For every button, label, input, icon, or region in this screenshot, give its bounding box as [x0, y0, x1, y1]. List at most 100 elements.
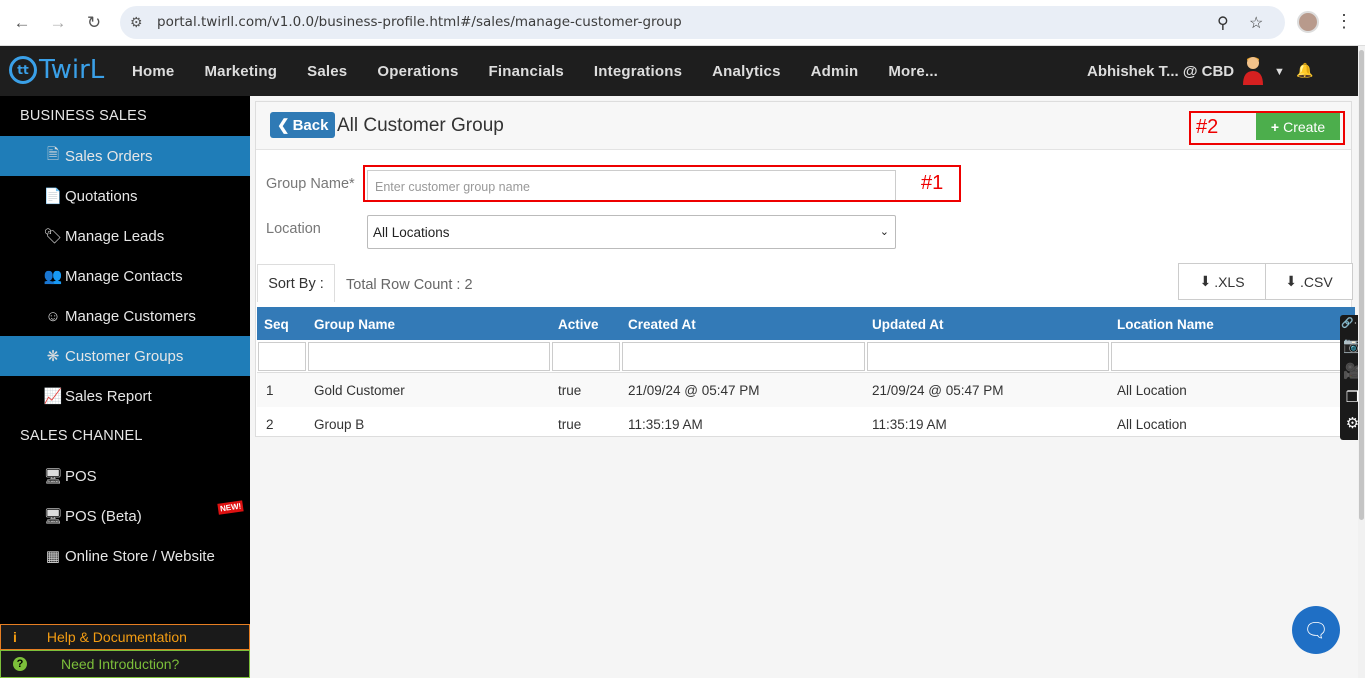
sidebar-item-label: Sales Report [65, 387, 152, 405]
menu-sales[interactable]: Sales [307, 63, 347, 80]
kebab-menu-icon[interactable]: ⋮ [1335, 11, 1353, 32]
url-text[interactable]: portal.twirll.com/v1.0.0/business-profil… [157, 14, 682, 30]
menu-admin[interactable]: Admin [811, 63, 859, 80]
sidebar-item-online-store[interactable]: ▦ Online Store / Website [0, 536, 250, 576]
download-icon: ⬇ [1285, 273, 1298, 289]
sidebar-item-sales-report[interactable]: 📈 Sales Report [0, 376, 250, 416]
create-button[interactable]: + Create [1256, 113, 1340, 140]
sidebar-item-manage-leads[interactable]: 🏷 Manage Leads [0, 216, 250, 256]
scrollbar-thumb[interactable] [1359, 50, 1364, 520]
users-icon: 👥 [43, 268, 63, 285]
export-xls-button[interactable]: ⬇ .XLS [1178, 263, 1266, 300]
filter-updated-at[interactable] [867, 342, 1109, 371]
menu-more[interactable]: More... [888, 63, 938, 80]
back-button[interactable]: ❮ Back [270, 112, 336, 138]
help-label: Help & Documentation [46, 629, 187, 645]
menu-analytics[interactable]: Analytics [712, 63, 781, 80]
annotation-label-2: #2 [1196, 116, 1219, 138]
twirll-logo[interactable]: tt Twir L [9, 55, 104, 85]
col-seq[interactable]: Seq [264, 317, 289, 332]
sidebar-item-manage-customers[interactable]: ☺ Manage Customers [0, 296, 250, 336]
help-documentation-link[interactable]: i Help & Documentation [0, 624, 250, 650]
sidebar-item-label: Manage Contacts [65, 267, 183, 285]
back-label: Back [292, 116, 329, 134]
cell-location-name: All Location [1117, 383, 1187, 398]
menu-marketing[interactable]: Marketing [204, 63, 277, 80]
location-selected-value: All Locations [373, 225, 450, 240]
sidebar-item-manage-contacts[interactable]: 👥 Manage Contacts [0, 256, 250, 296]
cell-created-at: 11:35:19 AM [628, 417, 703, 432]
chat-widget-button[interactable]: 🗨 [1292, 606, 1340, 654]
bell-icon[interactable]: 🔔 [1296, 62, 1313, 79]
sidebar-item-label: Manage Customers [65, 307, 196, 325]
plus-icon: + [1270, 118, 1280, 135]
sidebar-item-label: Quotations [65, 187, 138, 205]
export-csv-button[interactable]: ⬇ .CSV [1265, 263, 1353, 300]
user-avatar-icon[interactable] [1241, 55, 1265, 85]
col-created-at[interactable]: Created At [628, 317, 696, 332]
sidebar-item-label: Manage Leads [65, 227, 165, 245]
col-location-name[interactable]: Location Name [1117, 317, 1214, 332]
total-row-count: Total Row Count : 2 [346, 277, 473, 293]
intro-label: Need Introduction? [61, 656, 180, 672]
sidebar-item-label: Customer Groups [65, 347, 184, 365]
menu-integrations[interactable]: Integrations [594, 63, 682, 80]
forward-arrow-icon[interactable]: → [47, 12, 69, 34]
address-bar[interactable]: ⚙ portal.twirll.com/v1.0.0/business-prof… [120, 6, 1285, 39]
need-introduction-link[interactable]: ? Need Introduction? [0, 650, 250, 678]
col-active[interactable]: Active [558, 317, 599, 332]
xls-label: .XLS [1214, 273, 1245, 290]
reload-icon[interactable]: ↻ [83, 12, 105, 34]
sidebar-item-sales-orders[interactable]: 🗎 Sales Orders [0, 136, 250, 176]
sidebar-item-customer-groups[interactable]: ❋ Customer Groups [0, 336, 250, 376]
filter-active[interactable] [552, 342, 620, 371]
csv-label: .CSV [1300, 273, 1333, 290]
location-select[interactable]: All Locations ⌄ [367, 215, 896, 249]
chart-icon: 📈 [43, 388, 63, 405]
panel-header: ❮ Back All Customer Group #2 + Create [256, 102, 1351, 150]
site-info-icon[interactable]: ⚙ [130, 14, 143, 31]
cell-active: true [558, 383, 582, 398]
logo-text-suffix: L [89, 55, 105, 85]
location-label: Location [266, 221, 321, 237]
browser-profile-avatar[interactable] [1297, 11, 1319, 33]
logo-mark-icon: tt [9, 56, 37, 84]
menu-home[interactable]: Home [132, 63, 174, 80]
filter-location-name[interactable] [1111, 342, 1355, 371]
annotation-label-1: #1 [921, 172, 944, 194]
table-row[interactable]: 1 Gold Customer true 21/09/24 @ 05:47 PM… [257, 373, 1355, 407]
filter-group-name[interactable] [308, 342, 550, 371]
col-group-name[interactable]: Group Name [314, 317, 395, 332]
chevron-down-icon: ⌄ [879, 226, 889, 238]
sidebar-item-label: POS (Beta) [65, 507, 142, 525]
sidebar-item-pos-beta[interactable]: 🖥 POS (Beta) NEW! [0, 496, 250, 536]
chevron-down-icon[interactable]: ▼ [1274, 66, 1285, 78]
download-icon: ⬇ [1199, 273, 1212, 289]
group-icon: ❋ [46, 348, 60, 365]
cell-seq: 1 [266, 383, 274, 398]
sidebar: BUSINESS SALES 🗎 Sales Orders 📄 Quotatio… [0, 96, 250, 678]
location-pin-icon[interactable]: ⚲ [1217, 13, 1229, 33]
back-arrow-icon[interactable]: ← [11, 12, 33, 34]
menu-operations[interactable]: Operations [377, 63, 458, 80]
cell-group-name: Group B [314, 417, 365, 432]
sidebar-item-quotations[interactable]: 📄 Quotations [0, 176, 250, 216]
filter-created-at[interactable] [622, 342, 865, 371]
sort-by-button[interactable]: Sort By : [257, 264, 335, 302]
page-title: All Customer Group [337, 115, 504, 136]
user-name[interactable]: Abhishek T... @ CBD [1087, 63, 1234, 80]
document-icon: 🗎 [46, 145, 60, 163]
col-updated-at[interactable]: Updated At [872, 317, 944, 332]
table-row[interactable]: 2 Group B true 11:35:19 AM 11:35:19 AM A… [257, 407, 1355, 441]
filter-seq[interactable] [258, 342, 306, 371]
main-content: ❮ Back All Customer Group #2 + Create Gr… [250, 96, 1358, 678]
sidebar-item-pos[interactable]: 🖥 POS [0, 456, 250, 496]
sidebar-item-label: POS [65, 467, 97, 485]
main-menu: Home Marketing Sales Operations Financia… [132, 63, 968, 80]
star-icon[interactable]: ☆ [1249, 13, 1263, 33]
customer-group-panel: ❮ Back All Customer Group #2 + Create Gr… [255, 101, 1355, 437]
table-header: Seq Group Name Active Created At Updated… [257, 307, 1355, 340]
menu-financials[interactable]: Financials [489, 63, 564, 80]
sidebar-item-label: Sales Orders [65, 147, 153, 165]
browser-toolbar: ← → ↻ ⚙ portal.twirll.com/v1.0.0/busines… [0, 0, 1365, 46]
